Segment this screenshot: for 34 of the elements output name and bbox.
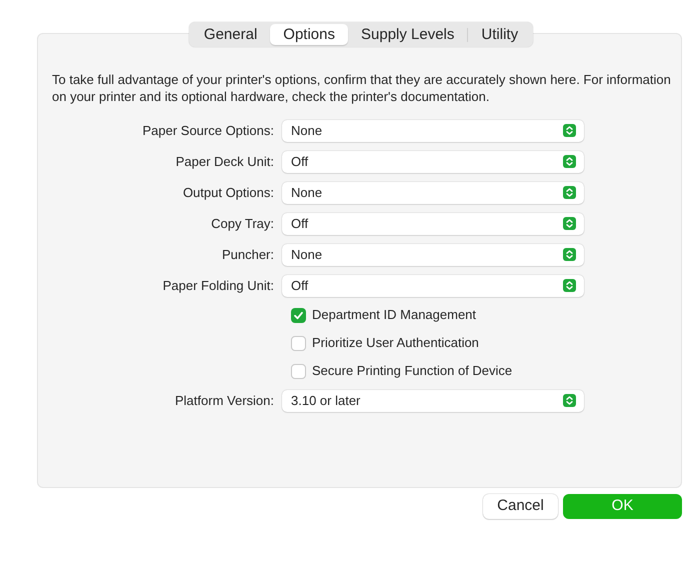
field-label: Paper Source Options: [141, 122, 275, 140]
popup-button[interactable]: None [282, 244, 584, 266]
tab[interactable]: Options [270, 24, 348, 45]
checkmark-icon [293, 310, 304, 320]
checkbox-label: Prioritize User Authentication [312, 334, 479, 352]
tab[interactable]: Supply Levels [348, 24, 468, 45]
description-text: To take full advantage of your printer's options, confirm that they are accurately shown here. For information on your printer and its optional hardware, check the printer's documentation. [52, 71, 672, 105]
stepper-icon [563, 394, 576, 407]
stepper-icon [563, 124, 576, 137]
stepper-icon [563, 217, 576, 230]
field-label: Puncher: [220, 246, 275, 264]
popup-button[interactable]: 3.10 or later [282, 390, 584, 412]
field-label: Paper Folding Unit: [162, 276, 275, 295]
checkbox[interactable] [291, 336, 306, 350]
popup-button[interactable]: Off [282, 274, 584, 296]
popup-button[interactable]: None [282, 182, 584, 204]
tab[interactable]: General [190, 24, 270, 45]
field-label: Output Options: [182, 184, 275, 202]
field-label: Paper Deck Unit: [174, 152, 275, 171]
popup-button[interactable]: None [282, 120, 584, 142]
checkbox-label: Department ID Management [312, 306, 476, 324]
stepper-icon [563, 186, 576, 199]
checkbox[interactable] [291, 308, 306, 322]
checkbox[interactable] [291, 364, 306, 378]
stepper-icon [563, 279, 576, 292]
popup-button[interactable]: Off [282, 150, 584, 172]
tab[interactable]: Utility [468, 24, 532, 45]
field-label: Copy Tray: [210, 214, 275, 233]
cancel-button[interactable]: Cancel [483, 494, 558, 519]
field-label: Platform Version: [174, 392, 275, 410]
checkbox-label: Secure Printing Function of Device [312, 362, 512, 380]
stepper-icon [563, 155, 576, 168]
popup-button[interactable]: Off [282, 212, 584, 234]
stepper-icon [563, 248, 576, 261]
